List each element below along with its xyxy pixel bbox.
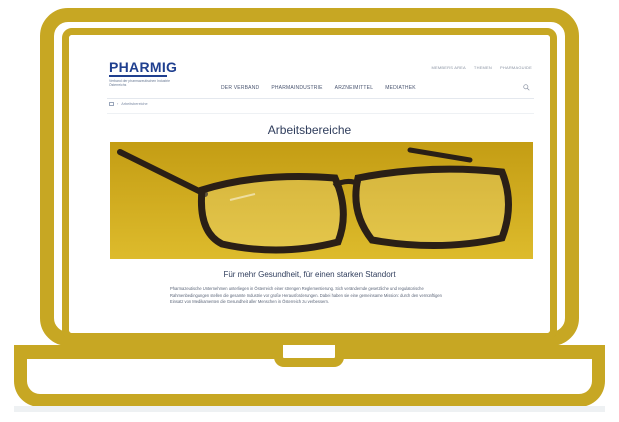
nav-arzneimittel[interactable]: ARZNEIMITTEL	[335, 85, 374, 91]
top-nav-pharmaguide[interactable]: PHARMAGUIDE	[500, 65, 532, 70]
website: PHARMIG Verband der pharmazeutischen Ind…	[69, 35, 550, 333]
laptop-screen: PHARMIG Verband der pharmazeutischen Ind…	[62, 28, 557, 340]
top-nav-members-area[interactable]: MEMBERS AREA	[432, 65, 466, 70]
hero-image	[110, 142, 533, 259]
section-body: Pharmazeutische Unternehmen unterliegen …	[170, 286, 442, 305]
brand-tagline: Verband der pharmazeutischen Industrie Ö…	[109, 79, 171, 87]
breadcrumb: › Arbeitsbereiche	[109, 102, 148, 106]
header-divider	[107, 98, 534, 99]
page-title: Arbeitsbereiche	[267, 123, 352, 137]
search-icon[interactable]	[523, 84, 530, 91]
top-nav: MEMBERS AREA THEMEN PHARMAGUIDE	[432, 65, 533, 70]
nav-der-verband[interactable]: DER VERBAND	[221, 85, 259, 91]
main-nav: DER VERBAND PHARMAINDUSTRIE ARZNEIMITTEL…	[221, 85, 416, 91]
laptop-shadow	[14, 406, 605, 412]
top-nav-themen[interactable]: THEMEN	[474, 65, 492, 70]
laptop-notch	[274, 345, 344, 367]
nav-pharmaindustrie[interactable]: PHARMAINDUSTRIE	[271, 85, 322, 91]
breadcrumb-separator: ›	[117, 102, 119, 106]
nav-mediathek[interactable]: MEDIATHEK	[385, 85, 416, 91]
home-icon[interactable]	[109, 102, 114, 106]
breadcrumb-current: Arbeitsbereiche	[121, 102, 148, 106]
section-heading: Für mehr Gesundheit, für einen starken S…	[223, 270, 396, 279]
brand-logo[interactable]: PHARMIG	[109, 59, 177, 75]
logo-underline	[109, 75, 167, 77]
breadcrumb-divider	[107, 113, 534, 114]
glasses-illustration	[110, 142, 533, 259]
